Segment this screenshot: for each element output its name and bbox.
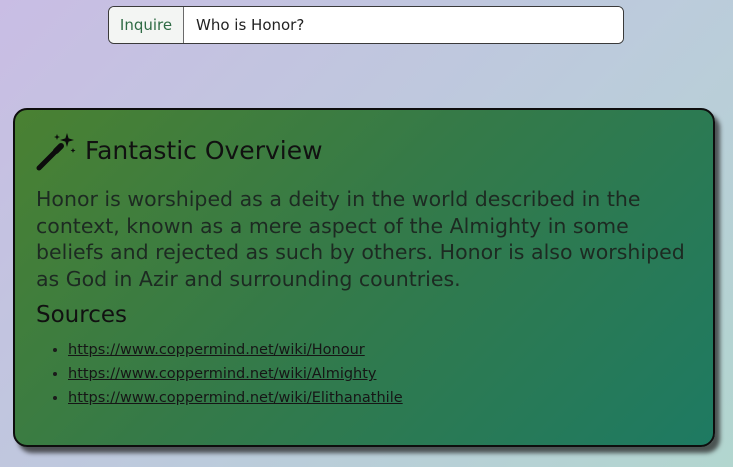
- overview-text: Honor is worshiped as a deity in the wor…: [36, 187, 685, 291]
- list-item: https://www.coppermind.net/wiki/Almighty: [68, 362, 693, 386]
- overview-card: Fantastic Overview Honor is worshiped as…: [13, 108, 715, 447]
- source-link-elithanathile[interactable]: https://www.coppermind.net/wiki/Elithana…: [68, 390, 403, 406]
- source-link-honour[interactable]: https://www.coppermind.net/wiki/Honour: [68, 342, 365, 358]
- search-bar: Inquire: [108, 6, 624, 44]
- card-title: Fantastic Overview: [85, 136, 323, 165]
- sources-list: https://www.coppermind.net/wiki/Honour h…: [36, 338, 693, 410]
- card-header: Fantastic Overview: [36, 130, 693, 172]
- inquire-button[interactable]: Inquire: [109, 7, 184, 43]
- search-input[interactable]: [184, 7, 623, 43]
- list-item: https://www.coppermind.net/wiki/Elithana…: [68, 386, 693, 410]
- source-link-almighty[interactable]: https://www.coppermind.net/wiki/Almighty: [68, 366, 377, 382]
- sources-heading: Sources: [36, 302, 127, 328]
- list-item: https://www.coppermind.net/wiki/Honour: [68, 338, 693, 362]
- magic-wand-icon: [36, 131, 76, 171]
